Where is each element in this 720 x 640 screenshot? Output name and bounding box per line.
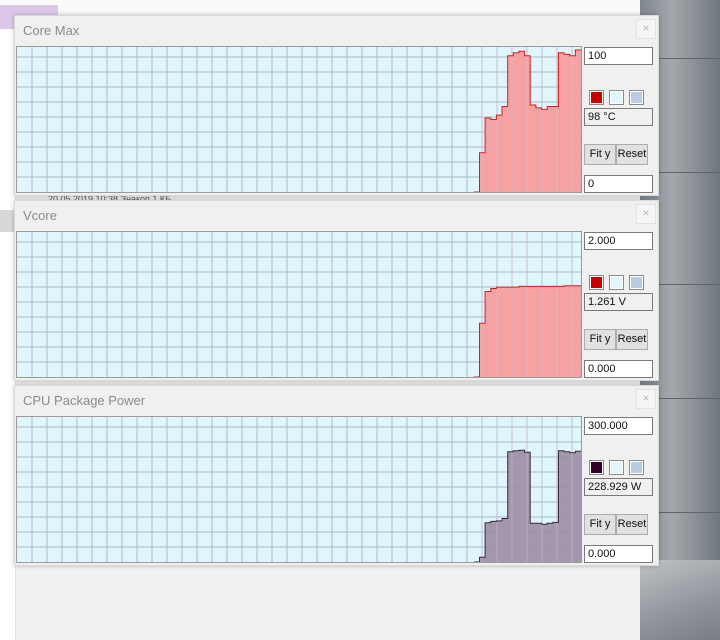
close-button[interactable]: ×: [636, 19, 656, 39]
current-value-field: 98 °C: [584, 108, 653, 126]
window-title: Vcore: [23, 208, 57, 223]
background-color-swatch[interactable]: [609, 90, 624, 105]
line-color-swatch[interactable]: [589, 460, 604, 475]
line-color-swatch[interactable]: [589, 90, 604, 105]
current-value-field: 1.261 V: [584, 293, 653, 311]
max-value-field[interactable]: 100: [584, 47, 653, 65]
graph-svg: [17, 47, 581, 192]
reset-button[interactable]: Reset: [616, 514, 648, 535]
graph-window-cpu-package-power: CPU Package Power × 300.000 228.929 W Fi…: [14, 385, 659, 566]
reset-button[interactable]: Reset: [616, 329, 648, 350]
desktop-floor: [640, 560, 720, 640]
max-value-field[interactable]: 2.000: [584, 232, 653, 250]
close-button[interactable]: ×: [636, 389, 656, 409]
current-value-field: 228.929 W: [584, 478, 653, 496]
line-color-swatch[interactable]: [589, 275, 604, 290]
min-value-field[interactable]: 0.000: [584, 360, 653, 378]
grid-color-swatch[interactable]: [629, 460, 644, 475]
background-color-swatch[interactable]: [609, 460, 624, 475]
min-value-field[interactable]: 0: [584, 175, 653, 193]
graph-window-vcore: Vcore × 2.000 1.261 V Fit y Reset 0.000: [14, 200, 659, 381]
graph-svg: [17, 417, 581, 562]
fit-y-button[interactable]: Fit y: [584, 329, 616, 350]
background-window-selected-item: [0, 210, 15, 232]
close-button[interactable]: ×: [636, 204, 656, 224]
grid-color-swatch[interactable]: [629, 90, 644, 105]
graph-window-core-max: Core Max × 100 98 °C Fit y Reset 0: [14, 15, 659, 196]
background-color-swatch[interactable]: [609, 275, 624, 290]
fit-y-button[interactable]: Fit y: [584, 144, 616, 165]
graph-plot: [16, 416, 582, 563]
graph-svg: [17, 232, 581, 377]
graph-plot: [16, 46, 582, 193]
grid-color-swatch[interactable]: [629, 275, 644, 290]
fit-y-button[interactable]: Fit y: [584, 514, 616, 535]
max-value-field[interactable]: 300.000: [584, 417, 653, 435]
window-title: CPU Package Power: [23, 393, 146, 408]
graph-plot: [16, 231, 582, 378]
window-title: Core Max: [23, 23, 80, 38]
min-value-field[interactable]: 0.000: [584, 545, 653, 563]
reset-button[interactable]: Reset: [616, 144, 648, 165]
